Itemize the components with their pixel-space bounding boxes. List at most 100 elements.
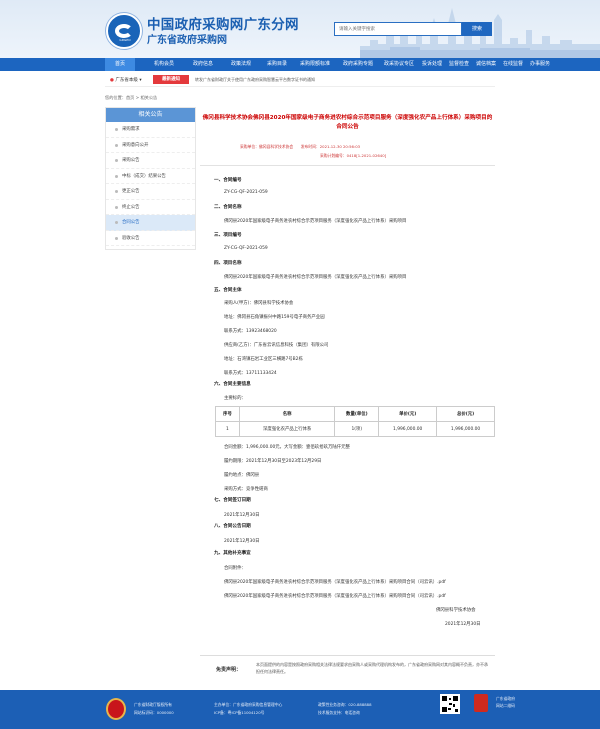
gov-badge-icon[interactable] <box>474 694 488 712</box>
table-cell: 1(项) <box>334 421 380 437</box>
table-header: 单价(元) <box>378 406 438 422</box>
section-heading: 八、合同公告日期 <box>214 524 251 529</box>
sidebar-item-results[interactable]: 中标（成交）结果公告 <box>106 169 195 184</box>
section-heading: 六、合同主要信息 <box>214 382 251 387</box>
disclaimer-label: 免责声明： <box>216 667 242 673</box>
supplier-phone: 联系方式：13711133424 <box>224 371 277 376</box>
sidebar: 相关公告 采购需求 采购意向公开 采购公告 中标（成交）结果公告 更正公告 终止… <box>105 107 196 250</box>
table-header: 序号 <box>215 406 240 422</box>
sidebar-item-acceptance[interactable]: 验收公告 <box>106 231 195 246</box>
table-cell: 1,996,000.00 <box>378 421 438 437</box>
section-heading: 七、合同签订日期 <box>214 498 251 503</box>
sidebar-title: 相关公告 <box>106 108 195 122</box>
region-selector[interactable]: ● 广东省本级 ▾ <box>110 77 142 83</box>
logo-text: GDGPO <box>119 38 131 42</box>
footer-copyright: 广东省财政厅版权所有 <box>134 702 172 707</box>
purchaser-phone: 联系方式：13923468020 <box>224 329 277 334</box>
sidebar-item-contract[interactable]: 合同公告 <box>106 215 195 231</box>
site-footer: 广东省财政厅版权所有 网站标识码：0000000 主办单位：广东省政府采购信息管… <box>0 690 600 729</box>
divider <box>200 165 495 166</box>
disclaimer: 免责声明： 本页面提供的内容是按照政府采购相关法律法规要求由采购人或采购代理机构… <box>200 655 495 682</box>
site-logo[interactable]: GDGPO <box>106 13 142 49</box>
nav-item-catalog[interactable]: 采购目录 <box>262 58 292 71</box>
sidebar-item-termination[interactable]: 终止公告 <box>106 200 195 215</box>
article-meta: 采购单位：佛冈县科学技术协会 发布时间：2021-12-30 20:56:03 <box>240 144 361 149</box>
qr-code-icon <box>440 694 460 714</box>
main-nav: 首页 机构会员 政府信息 政策法规 采购目录 采购限额标准 政府采购专题 政采协… <box>0 58 600 71</box>
signature-org: 佛冈县科学技术协会 <box>436 608 476 613</box>
contract-amount: 合同金额：1,996,000.00元，大写金额：壹佰玖拾玖万陆仟元整 <box>224 445 350 450</box>
nav-item-agreement[interactable]: 政采协议专区 <box>380 58 418 71</box>
purchaser: 采购人(甲方)：佛冈县科学技术协会 <box>224 301 294 306</box>
procurement-method: 采购方式：竞争性磋商 <box>224 487 268 492</box>
table-header: 总价(元) <box>436 406 495 422</box>
section-heading: 二、合同名称 <box>214 205 242 210</box>
sidebar-item-intent[interactable]: 采购意向公开 <box>106 138 195 153</box>
sidebar-item-announcement[interactable]: 采购公告 <box>106 153 195 169</box>
sign-date: 2021年12月30日 <box>224 513 260 518</box>
contract-name: 佛冈县2020年国家级电子商务进农村综合示范项目服务（深度强化农产品上行体系）采… <box>224 219 407 224</box>
section-heading: 一、合同编号 <box>214 178 242 183</box>
nav-item-online-supervision[interactable]: 在线监督 <box>501 58 525 71</box>
notice-badge: 最新通知 <box>153 75 189 84</box>
project-number: ZY-CG-QF-2021-059 <box>224 246 268 251</box>
footer-icp[interactable]: ICP备：粤ICP备11004120号 <box>214 710 264 716</box>
table-header: 名称 <box>238 406 336 422</box>
logo-swirl-icon <box>115 24 133 38</box>
footer-organizer: 主办单位：广东省政府采购信息管理中心 <box>214 702 283 707</box>
site-subtitle: 广东省政府采购网 <box>147 35 227 46</box>
notice-bar: ● 广东省本级 ▾ 最新通知 转发广东省财政厅关于使用广东政府采购智慧云平台数字… <box>105 73 495 87</box>
nav-item-topics[interactable]: 政府采购专题 <box>338 58 378 71</box>
supplier-address: 地址：石湾镇石岩工业区三横路7号B2栋 <box>224 357 303 362</box>
nav-item-complaints[interactable]: 投诉处理 <box>420 58 444 71</box>
region-label: 广东省本级 <box>115 78 138 83</box>
site-title: 中国政府采购网广东分网 <box>147 17 299 33</box>
footer-support: 技术服务支持：电话咨询 <box>318 710 360 715</box>
contract-items-table: 序号 名称 数量(单位) 单价(元) 总价(元) 1 深度强化农产品上行体系 1… <box>215 406 495 437</box>
contract-number: ZY-CG-QF-2021-059 <box>224 190 268 195</box>
announce-date: 2021年12月30日 <box>224 539 260 544</box>
search-button[interactable]: 搜索 <box>462 22 492 36</box>
table-cell: 1,996,000.00 <box>436 421 495 437</box>
disclaimer-text: 本页面提供的内容是按照政府采购相关法律法规要求由采购人或采购代理机构发布的，广东… <box>256 662 488 674</box>
nav-item-services[interactable]: 办事服务 <box>528 58 552 71</box>
nav-item-home[interactable]: 首页 <box>105 58 135 71</box>
footer-badge-label: 网站二维码 <box>496 703 515 708</box>
article-plan-number: 采购计划编号：0418[1-2021-02640] <box>320 153 387 158</box>
nav-item-agencies[interactable]: 机构会员 <box>146 58 182 71</box>
nav-item-gov-info[interactable]: 政府信息 <box>188 58 218 71</box>
breadcrumb: 您的位置：首页 > 相关公告 <box>105 95 158 100</box>
notice-link[interactable]: 转发广东省财政厅关于使用广东政府采购智慧云平台数字证书的通知 <box>195 77 315 83</box>
nav-item-credit[interactable]: 诚信档案 <box>474 58 498 71</box>
footer-badge-label: 广东省政府 <box>496 696 515 701</box>
chevron-down-icon: ▾ <box>139 78 142 83</box>
attachments-label: 合同附件： <box>224 566 246 571</box>
section-heading: 四、项目名称 <box>214 261 242 266</box>
nav-item-supervision[interactable]: 监督检查 <box>447 58 471 71</box>
sidebar-item-corrections[interactable]: 更正公告 <box>106 184 195 200</box>
attachment-link[interactable]: 佛冈县2020年国家级电子商务进农村综合示范项目服务（深度强化农产品上行体系）采… <box>224 593 446 599</box>
sidebar-item-requirements[interactable]: 采购需求 <box>106 122 195 138</box>
attachment-link[interactable]: 佛冈县2020年国家级电子商务进农村综合示范项目服务（深度强化农产品上行体系）采… <box>224 579 446 585</box>
site-header: GDGPO 中国政府采购网广东分网 广东省政府采购网 搜索 <box>0 0 600 58</box>
table-row: 1 深度强化农产品上行体系 1(项) 1,996,000.00 1,996,00… <box>215 421 495 437</box>
article-title: 佛冈县科学技术协会佛冈县2020年国家级电子商务进农村综合示范项目服务（深度强化… <box>202 115 493 130</box>
section-heading: 九、其他补充事宜 <box>214 551 251 556</box>
purchaser-address: 地址：佛冈县石角镇振兴中路159号电子商务产业园 <box>224 315 325 320</box>
performance-location: 履约地点：佛冈县 <box>224 473 260 478</box>
table-cell: 1 <box>215 421 240 437</box>
nav-item-policy[interactable]: 政策法规 <box>226 58 256 71</box>
footer-site-id: 网站标识码：0000000 <box>134 710 174 715</box>
signature-date: 2021年12月30日 <box>445 622 481 627</box>
section-heading: 三、项目编号 <box>214 233 242 238</box>
article: 佛冈县科学技术协会 佛冈县2020年国家级电子商务进农村综合示范项目服务（深度强化… <box>200 107 495 647</box>
performance-period: 履约期限：2021年12月30日至2023年12月29日 <box>224 459 322 464</box>
section-heading: 五、合同主体 <box>214 288 242 293</box>
footer-consult: 政策性业务咨询：020-888888 <box>318 702 372 707</box>
nav-item-limits[interactable]: 采购限额标准 <box>296 58 334 71</box>
national-emblem-icon <box>106 698 126 720</box>
table-header-row: 序号 名称 数量(单位) 单价(元) 总价(元) <box>215 406 495 422</box>
location-pin-icon: ● <box>110 78 114 83</box>
search-input[interactable] <box>334 22 462 36</box>
table-cell: 深度强化农产品上行体系 <box>238 421 336 437</box>
